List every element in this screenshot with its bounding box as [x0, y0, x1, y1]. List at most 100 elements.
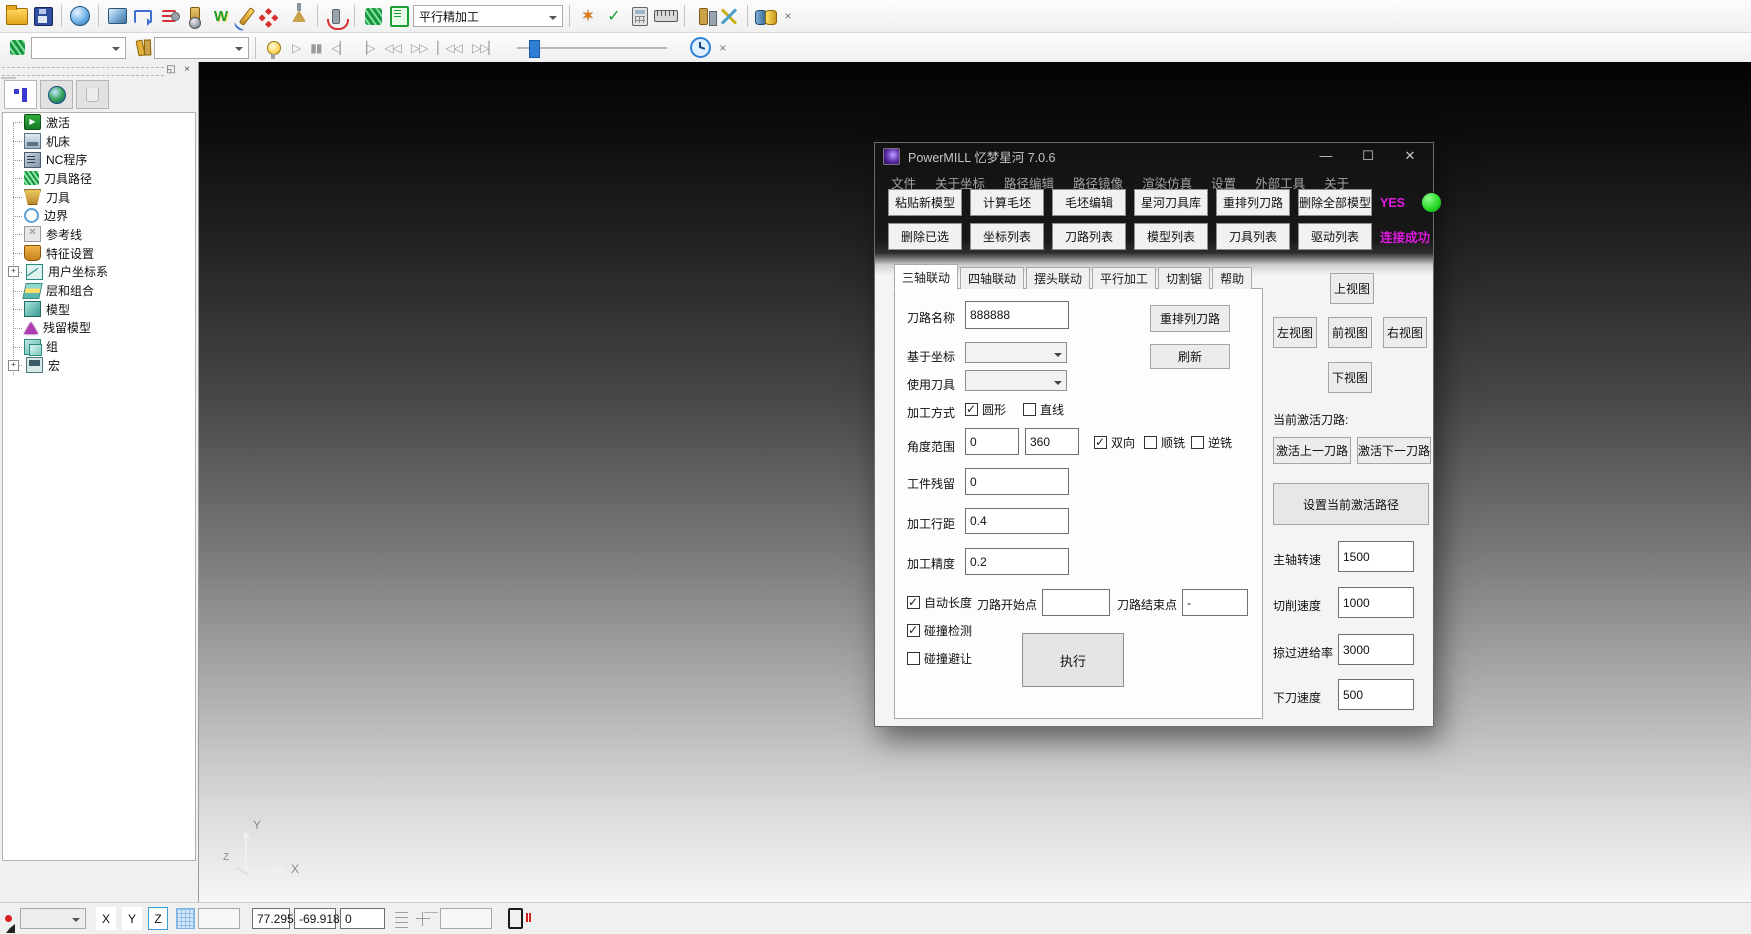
minimize-button[interactable]: —: [1311, 146, 1341, 166]
transform-icon[interactable]: [717, 4, 741, 28]
toolpath-name-input[interactable]: 888888: [965, 301, 1069, 329]
step-back-icon[interactable]: ◁▏: [327, 41, 351, 55]
tab-swivel-head[interactable]: 摆头联动: [1026, 267, 1090, 289]
skim-feed-input[interactable]: 3000: [1338, 634, 1414, 665]
model-list-button[interactable]: 模型列表: [1134, 223, 1208, 250]
grid-size-field[interactable]: [198, 908, 240, 929]
sim-toolbar-close-icon[interactable]: ×: [715, 41, 731, 55]
pause-device-icon[interactable]: [508, 908, 523, 929]
maximize-button[interactable]: ☐: [1353, 146, 1383, 166]
view-left-button[interactable]: 左视图: [1273, 317, 1317, 348]
edit-block-button[interactable]: 毛坯编辑: [1052, 189, 1126, 216]
stock-models-icon[interactable]: [754, 4, 778, 28]
render-shaded-icon[interactable]: [68, 4, 92, 28]
use-tool-select[interactable]: [965, 370, 1067, 391]
axis-y-button[interactable]: Y: [122, 907, 142, 930]
tree-item-levels-sets[interactable]: 层和组合: [3, 281, 195, 300]
refresh-button[interactable]: 刷新: [1150, 344, 1230, 369]
tab-recycle[interactable]: [76, 80, 109, 109]
tree-item-machine[interactable]: 机床: [3, 132, 195, 151]
panel-float-icon[interactable]: ◱: [164, 63, 178, 76]
record-point-icon[interactable]: [5, 915, 12, 922]
tab-3axis[interactable]: 三轴联动: [894, 264, 958, 290]
rearrange-toolpaths-button[interactable]: 重排列刀路: [1216, 189, 1290, 216]
drive-list-button[interactable]: 驱动列表: [1298, 223, 1372, 250]
axis-x-button[interactable]: X: [96, 907, 116, 930]
tab-help[interactable]: 帮助: [1212, 267, 1252, 289]
expand-icon[interactable]: +: [8, 360, 19, 371]
calc-block-button[interactable]: 计算毛坯: [970, 189, 1044, 216]
skip-start-icon[interactable]: ▏◁◁: [433, 41, 466, 55]
tree-item-stock-models[interactable]: 残留模型: [3, 319, 195, 338]
view-bottom-button[interactable]: 下视图: [1328, 362, 1372, 393]
rapid-heights-icon[interactable]: [157, 4, 181, 28]
auto-length-checkbox[interactable]: 自动长度: [907, 594, 972, 611]
block-icon[interactable]: [105, 4, 129, 28]
angle-to-input[interactable]: 360: [1025, 428, 1079, 455]
spindle-speed-input[interactable]: 1500: [1338, 541, 1414, 572]
tree-item-workplanes[interactable]: +用户坐标系: [3, 263, 195, 282]
status-combobox[interactable]: [20, 908, 86, 929]
execute-button[interactable]: 执行: [1022, 633, 1124, 687]
stock-remain-input[interactable]: 0: [965, 468, 1069, 495]
angle-from-input[interactable]: 0: [965, 428, 1019, 455]
active-strategy-icon[interactable]: [387, 4, 411, 28]
view-right-button[interactable]: 右视图: [1383, 317, 1427, 348]
mode-circle-checkbox[interactable]: 圆形: [965, 401, 1006, 418]
tree-item-boundaries[interactable]: 边界: [3, 206, 195, 225]
fast-forward-icon[interactable]: ▷▷: [407, 41, 431, 55]
collision-check-checkbox[interactable]: 碰撞检测: [907, 622, 972, 639]
dialog-titlebar[interactable]: PowerMILL 忆梦星河 7.0.6: [875, 143, 1433, 169]
expand-icon[interactable]: +: [8, 266, 19, 277]
calculator-icon[interactable]: [628, 4, 652, 28]
ball-tool-icon[interactable]: [183, 4, 207, 28]
start-points-icon[interactable]: [261, 4, 285, 28]
skip-end-icon[interactable]: ▷▷▏: [468, 41, 501, 55]
bidirectional-checkbox[interactable]: 双向: [1094, 434, 1135, 451]
sim-tool-combobox[interactable]: [154, 37, 249, 59]
tab-4axis[interactable]: 四轴联动: [960, 267, 1024, 289]
save-project-icon[interactable]: [31, 4, 55, 28]
tree-item-tools[interactable]: 刀具: [3, 188, 195, 207]
tree-item-patterns[interactable]: ✕参考线: [3, 225, 195, 244]
leads-links-icon[interactable]: W: [209, 4, 233, 28]
panel-gripper[interactable]: [2, 67, 164, 76]
base-coord-select[interactable]: [965, 342, 1067, 363]
coordinate-x-field[interactable]: 77.2951: [252, 908, 290, 929]
rearrange-button[interactable]: 重排列刀路: [1150, 305, 1230, 332]
tab-saw[interactable]: 切割锯: [1158, 267, 1210, 289]
climb-mill-checkbox[interactable]: 顺铣: [1144, 434, 1185, 451]
slider-handle[interactable]: [529, 40, 540, 58]
axis-z-button[interactable]: Z: [148, 907, 168, 930]
panel-close-icon[interactable]: ×: [180, 63, 194, 76]
tree-item-nc-programs[interactable]: NC程序: [3, 150, 195, 169]
strategy-combobox[interactable]: 平行精加工: [413, 5, 563, 27]
tab-explorer-tree[interactable]: [4, 80, 37, 109]
activate-next-toolpath-button[interactable]: 激活下一刀路: [1357, 437, 1431, 464]
coordinate-y-field[interactable]: -69.918: [294, 908, 336, 929]
stepover-input[interactable]: 0.4: [965, 508, 1069, 534]
start-point-input[interactable]: [1042, 589, 1110, 616]
spark-tool-icon[interactable]: ✶: [576, 4, 600, 28]
cutting-feed-input[interactable]: 1000: [1338, 587, 1414, 618]
view-front-button[interactable]: 前视图: [1328, 317, 1372, 348]
plunge-feed-input[interactable]: 500: [1338, 679, 1414, 710]
tool-library-button[interactable]: 星河刀具库: [1134, 189, 1208, 216]
view-top-button[interactable]: 上视图: [1330, 273, 1374, 304]
toolpath-strategy-icon[interactable]: [131, 4, 155, 28]
tree-item-activate[interactable]: ▶激活: [3, 113, 195, 132]
rewind-icon[interactable]: ◁◁: [380, 41, 404, 55]
mode-line-checkbox[interactable]: 直线: [1023, 401, 1064, 418]
paste-new-model-button[interactable]: 粘贴新模型: [888, 189, 962, 216]
simulation-speed-slider[interactable]: [517, 38, 667, 58]
tab-parallel[interactable]: 平行加工: [1092, 267, 1156, 289]
delete-all-models-button[interactable]: 删除全部模型: [1298, 189, 1372, 216]
collision-avoid-checkbox[interactable]: 碰撞避让: [907, 650, 972, 667]
xyz-readout-icon[interactable]: [395, 912, 408, 928]
tree-item-feature-sets[interactable]: 特征设置: [3, 244, 195, 263]
set-active-path-button[interactable]: 设置当前激活路径: [1273, 483, 1429, 525]
pause-icon[interactable]: ▮▮: [306, 41, 325, 55]
coord-list-button[interactable]: 坐标列表: [970, 223, 1044, 250]
curve-editor-icon[interactable]: [235, 4, 259, 28]
clock-icon[interactable]: [689, 36, 713, 60]
